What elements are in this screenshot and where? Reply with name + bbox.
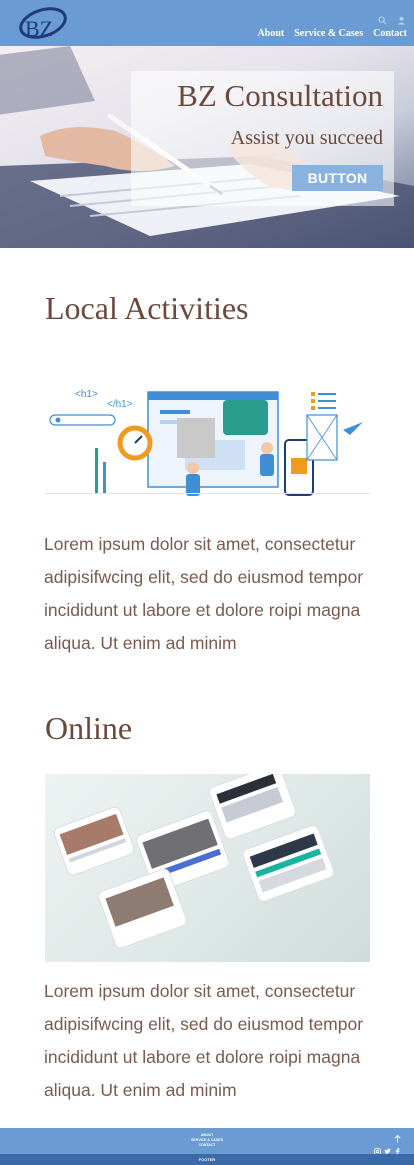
footer-link-contact[interactable]: CONTACT	[0, 1143, 414, 1148]
main-nav: About Service & Cases Contact	[258, 28, 407, 39]
illustration-h1-label: <h1>	[75, 389, 98, 400]
search-icon[interactable]	[378, 12, 387, 25]
illustration-h1-close-label: </h1>	[107, 399, 133, 410]
nav-contact[interactable]: Contact	[373, 28, 407, 39]
logo-text: BZ	[25, 16, 53, 41]
local-activities-illustration: <h1> </h1>	[45, 389, 370, 496]
hero-banner: BZ Consultation Assist you succeed BUTTO…	[0, 46, 414, 248]
hero-overlay-card: BZ Consultation Assist you succeed BUTTO…	[131, 71, 394, 206]
nav-about[interactable]: About	[258, 28, 285, 39]
bz-logo[interactable]: BZ	[18, 5, 70, 43]
social-icons	[374, 1142, 401, 1155]
site-footer: ABOUT SERVICE & CASES CONTACT	[0, 1128, 414, 1155]
instagram-icon[interactable]	[374, 1142, 381, 1155]
hero-title: BZ Consultation	[177, 78, 383, 113]
arrow-up-icon[interactable]	[394, 1130, 401, 1143]
header-icons	[378, 12, 406, 25]
twitter-icon[interactable]	[384, 1142, 391, 1154]
online-mockup-image	[45, 774, 370, 962]
footer-bar: FOOTER	[0, 1154, 414, 1165]
site-header: BZ About Service & Cases Contact	[0, 0, 414, 46]
section-heading-online: Online	[45, 710, 133, 746]
facebook-icon[interactable]	[394, 1142, 401, 1155]
nav-service-cases[interactable]: Service & Cases	[294, 28, 363, 39]
user-icon[interactable]	[397, 12, 406, 25]
hero-button[interactable]: BUTTON	[292, 165, 383, 191]
online-text: Lorem ipsum dolor sit amet, consectetur …	[44, 981, 364, 1100]
hero-subtitle: Assist you succeed	[230, 127, 383, 149]
footer-links: ABOUT SERVICE & CASES CONTACT	[0, 1133, 414, 1148]
section-heading-local: Local Activities	[45, 290, 249, 326]
local-activities-text: Lorem ipsum dolor sit amet, consectetur …	[44, 534, 364, 653]
